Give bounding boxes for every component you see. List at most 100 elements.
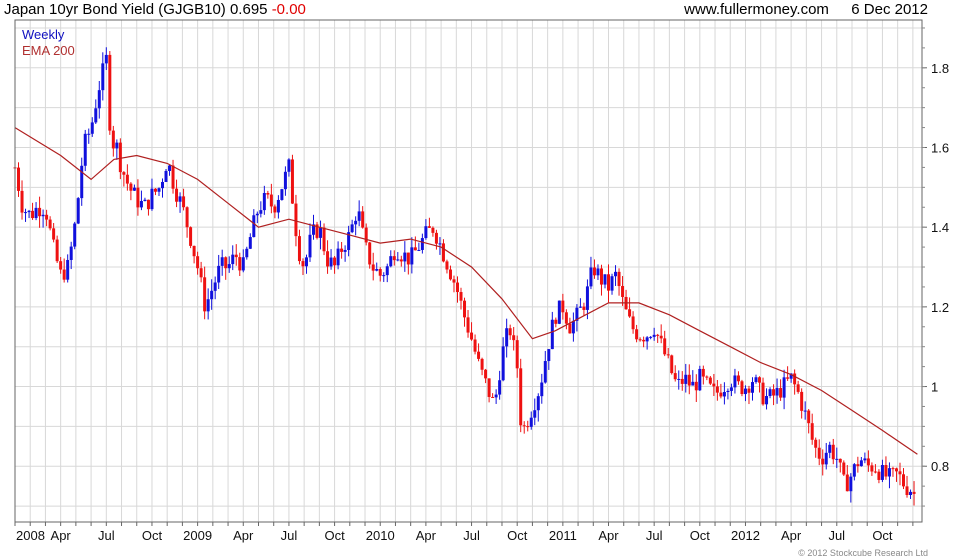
candle-body <box>357 211 361 221</box>
candle-body <box>255 213 259 216</box>
x-tick-label: Jul <box>98 528 115 543</box>
candle-body <box>803 410 807 412</box>
x-tick-label: Apr <box>51 528 72 543</box>
candle-body <box>206 299 210 312</box>
candle-body <box>90 122 94 134</box>
candle-body <box>733 375 737 388</box>
chart-canvas: 0.8 1 1.2 1.4 1.6 1.8 2008 Apr Jul Oct 2009 Apr Jul… <box>13 19 949 543</box>
candle-body <box>213 282 217 291</box>
candle-body <box>73 223 77 247</box>
x-tick-label: 2010 <box>366 528 395 543</box>
candle-body <box>87 133 91 135</box>
candle-body <box>526 426 530 428</box>
candle-body <box>887 468 891 477</box>
candle-body <box>870 465 874 472</box>
legend-ema-200: EMA 200 <box>22 43 75 58</box>
candle-body <box>905 486 909 496</box>
candle-body <box>631 316 635 330</box>
candle-body <box>189 227 193 246</box>
candle-body <box>164 170 168 182</box>
candle-body <box>670 355 674 374</box>
candle-body <box>24 212 28 214</box>
candle-body <box>41 214 45 217</box>
candle-body <box>673 373 677 380</box>
candle-body <box>642 339 646 342</box>
candle-body <box>491 396 495 398</box>
candle-body <box>484 369 488 379</box>
candle-body <box>438 243 442 245</box>
candle-body <box>31 210 35 219</box>
candle-body <box>160 181 164 189</box>
x-tick-label: Apr <box>781 528 802 543</box>
candle-body <box>561 300 565 313</box>
x-tick-label: Oct <box>690 528 711 543</box>
candle-body <box>69 246 73 260</box>
candle-body <box>557 300 561 324</box>
candle-body <box>45 214 49 220</box>
candle-body <box>543 361 547 383</box>
candle-body <box>845 474 849 492</box>
x-tick-label: Apr <box>233 528 254 543</box>
candle-body <box>431 227 435 233</box>
candle-body <box>420 238 424 250</box>
candle-body <box>111 130 115 149</box>
x-tick-label: Jul <box>281 528 298 543</box>
candle-body <box>470 332 474 340</box>
candle-body <box>125 174 129 184</box>
candle-body <box>329 257 333 267</box>
candle-body <box>779 388 783 398</box>
candle-body <box>259 210 263 214</box>
x-tick-label: Jul <box>646 528 663 543</box>
candle-body <box>645 337 649 342</box>
candle-body <box>301 261 305 267</box>
candle-body <box>614 271 618 277</box>
candle-body <box>758 377 762 383</box>
ema-200-path <box>14 127 918 455</box>
candle-body <box>705 376 709 378</box>
candle-body <box>680 378 684 384</box>
copyright-text: © 2012 Stockcube Research Ltd <box>798 548 928 558</box>
candle-body <box>171 165 175 189</box>
candle-body <box>17 167 21 191</box>
candle-body <box>884 465 888 477</box>
candle-body <box>424 226 428 239</box>
x-tick-label: 2009 <box>183 528 212 543</box>
candle-body <box>290 159 294 204</box>
candle-body <box>635 329 639 340</box>
candle-body <box>628 309 632 317</box>
candle-body <box>406 252 410 265</box>
x-tick-label: Oct <box>507 528 528 543</box>
candle-body <box>859 460 863 467</box>
candle-body <box>115 142 119 149</box>
candle-body <box>487 378 491 397</box>
candle-body <box>701 368 705 377</box>
x-tick-label: Oct <box>872 528 893 543</box>
candle-body <box>52 228 56 240</box>
candle-body <box>765 395 769 405</box>
candle-body <box>252 215 256 238</box>
candle-body <box>596 268 600 276</box>
candle-body <box>382 275 386 277</box>
candle-body <box>168 165 172 171</box>
candle-body <box>434 232 438 244</box>
candle-body <box>27 210 31 213</box>
candle-body <box>441 243 445 262</box>
x-axis: 2008 Apr Jul Oct 2009 Apr Jul Oct 2010 Apr Jul Oct 2… <box>14 522 914 543</box>
candle-body <box>666 354 670 356</box>
candle-body <box>224 257 228 269</box>
y-tick-label: 1 <box>931 380 938 395</box>
candle-body <box>659 335 663 339</box>
x-tick-label: 2011 <box>549 528 577 543</box>
candle-body <box>480 358 484 370</box>
candle-body <box>821 458 825 465</box>
candle-body <box>838 458 842 463</box>
candle-body <box>266 193 270 195</box>
candle-body <box>146 199 150 210</box>
candle-body <box>540 382 544 397</box>
candle-body <box>585 286 589 310</box>
weekly-candles <box>13 47 916 506</box>
candle-body <box>550 319 554 350</box>
candle-body <box>178 196 182 202</box>
candle-body <box>715 386 719 393</box>
candle-body <box>413 247 417 251</box>
